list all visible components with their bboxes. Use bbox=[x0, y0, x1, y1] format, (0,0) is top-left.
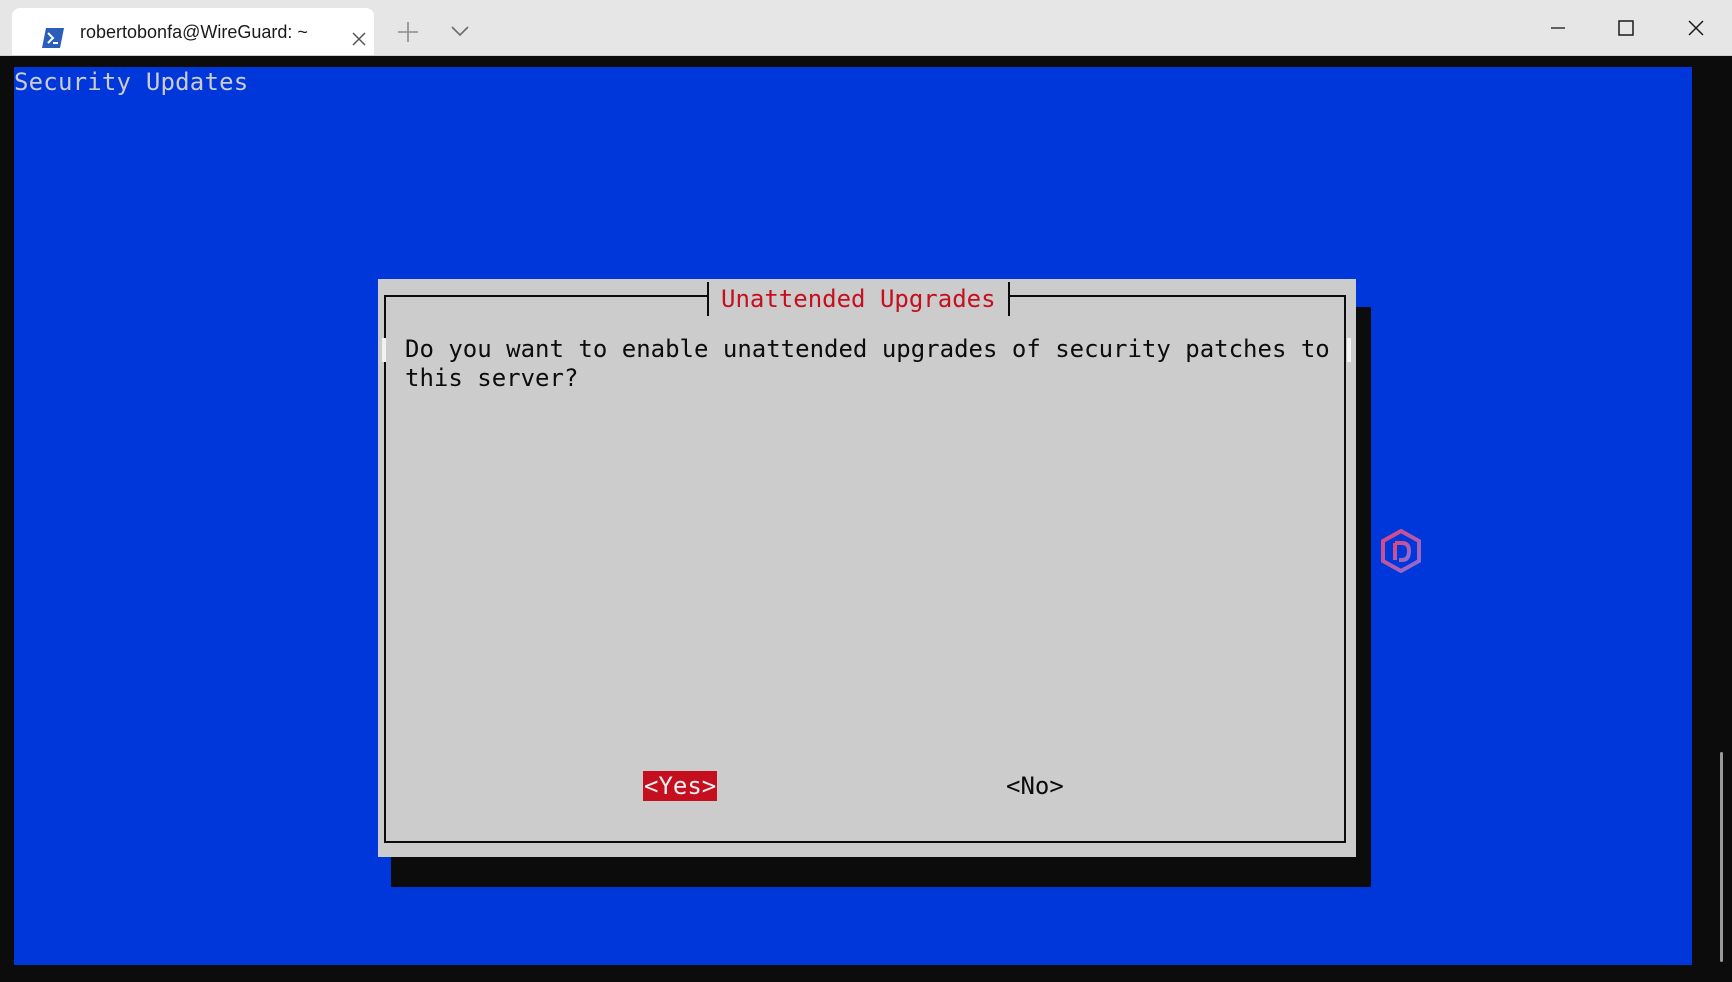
powershell-icon bbox=[42, 28, 64, 48]
chevron-down-icon bbox=[451, 26, 469, 37]
new-tab-button[interactable] bbox=[394, 18, 422, 46]
message-line-2: this server? bbox=[405, 364, 579, 392]
terminal-window: robertobonfa@WireGuard: ~ Security Updat… bbox=[0, 0, 1732, 982]
frame-left-tick bbox=[382, 338, 386, 362]
scrollbar[interactable] bbox=[1711, 67, 1732, 965]
hexagon-logo-icon bbox=[1380, 528, 1422, 574]
minimize-icon bbox=[1551, 27, 1565, 29]
message-line-1: Do you want to enable unattended upgrade… bbox=[405, 335, 1330, 363]
maximize-button[interactable] bbox=[1592, 0, 1660, 55]
close-icon bbox=[1688, 20, 1704, 36]
scrollbar-thumb[interactable] bbox=[1720, 752, 1723, 962]
minimize-button[interactable] bbox=[1524, 0, 1592, 55]
terminal-tab[interactable]: robertobonfa@WireGuard: ~ bbox=[12, 8, 374, 55]
maximize-icon bbox=[1618, 20, 1634, 36]
tab-dropdown-button[interactable] bbox=[446, 20, 474, 42]
dialog-title: Unattended Upgrades bbox=[707, 282, 1010, 316]
title-bar: robertobonfa@WireGuard: ~ bbox=[0, 0, 1732, 56]
backtitle: Security Updates bbox=[14, 68, 249, 96]
frame-right-tick bbox=[1347, 338, 1351, 362]
tab-title: robertobonfa@WireGuard: ~ bbox=[80, 22, 308, 42]
yes-button[interactable]: <Yes> bbox=[643, 771, 718, 801]
dialog-box: Unattended Upgrades Do you want to enabl… bbox=[378, 279, 1356, 857]
window-bottom-edge bbox=[0, 965, 1732, 982]
terminal-screen[interactable]: Security Updates Unattended Upgrades Do … bbox=[14, 67, 1692, 965]
tab-close-icon[interactable] bbox=[348, 28, 370, 50]
dialog-message: Do you want to enable unattended upgrade… bbox=[405, 335, 1330, 393]
close-window-button[interactable] bbox=[1662, 0, 1730, 55]
plus-icon bbox=[398, 22, 418, 42]
no-button[interactable]: <No> bbox=[1006, 771, 1064, 801]
